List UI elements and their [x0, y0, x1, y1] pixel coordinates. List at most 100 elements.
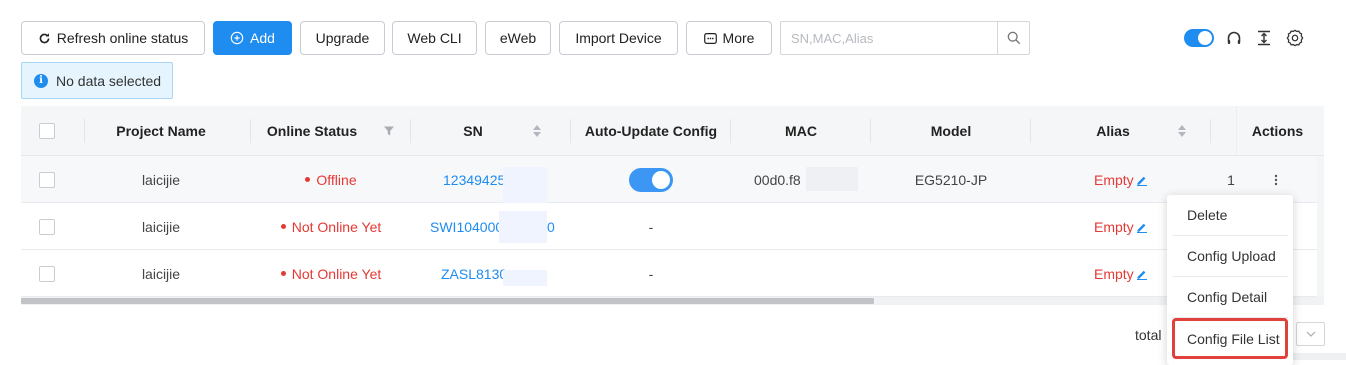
header-project-name: Project Name — [116, 123, 206, 139]
status-dot — [305, 177, 311, 182]
cell-project-name: laicijie — [141, 218, 181, 235]
select-all-checkbox[interactable] — [39, 123, 55, 139]
selection-alert-text: No data selected — [56, 72, 162, 89]
cell-auto-update: - — [648, 218, 654, 235]
menu-item-config-upload[interactable]: Config Upload — [1172, 236, 1288, 276]
sn-link[interactable]: ZASL8130 — [441, 266, 507, 282]
cell-online-status: Not Online Yet — [251, 250, 411, 297]
cell-online-status-text: Not Online Yet — [291, 265, 382, 282]
status-dot — [280, 271, 286, 276]
filter-icon[interactable] — [383, 125, 395, 137]
refresh-icon — [38, 32, 51, 45]
search-button[interactable] — [997, 22, 1029, 54]
eweb-button-label: eWeb — [499, 30, 537, 46]
status-dot — [280, 224, 286, 229]
auto-update-toggle[interactable] — [629, 167, 673, 192]
page-size-select[interactable] — [1296, 322, 1325, 346]
redaction-mask — [503, 167, 547, 203]
menu-item-config-detail[interactable]: Config Detail — [1172, 277, 1288, 317]
sort-icon[interactable] — [532, 125, 541, 137]
pager-bar — [1290, 353, 1346, 360]
menu-item-delete[interactable]: Delete — [1172, 195, 1288, 235]
sort-icon[interactable] — [1177, 125, 1186, 137]
alias-value: Empty — [1094, 218, 1134, 235]
redaction-mask — [499, 211, 547, 243]
cell-model — [871, 203, 1031, 250]
cell-mac: 00d0.f8 — [731, 156, 871, 203]
eweb-button[interactable]: eWeb — [485, 21, 551, 55]
web-cli-button[interactable]: Web CLI — [392, 21, 477, 55]
upgrade-button[interactable]: Upgrade — [300, 21, 385, 55]
gear-icon[interactable] — [1285, 28, 1305, 48]
plus-circle-icon — [230, 31, 244, 45]
import-device-button[interactable]: Import Device — [559, 21, 678, 55]
view-toggle-switch[interactable] — [1184, 29, 1214, 47]
table-row: laicijie Not Online Yet SWI104000 0 - Em… — [21, 203, 1324, 250]
header-actions: Actions — [1236, 106, 1318, 156]
column-divider — [84, 119, 85, 143]
info-icon: i — [34, 73, 48, 88]
cell-sn: 12349425 — [411, 156, 571, 203]
device-table: Project Name Online Status SN Auto-Updat… — [21, 106, 1324, 302]
alias-value: Empty — [1094, 171, 1134, 188]
header-online-status-label: Online Status — [266, 123, 358, 139]
cell-online-status-text: Offline — [316, 171, 357, 188]
add-button-label: Add — [250, 30, 275, 46]
search-input[interactable] — [781, 22, 997, 54]
header-online-status[interactable]: Online Status — [251, 106, 411, 156]
cell-mac — [731, 203, 871, 250]
row-select-cell — [37, 250, 57, 297]
edit-icon[interactable] — [1136, 268, 1148, 280]
refresh-button-label: Refresh online status — [56, 30, 189, 46]
table-row: laicijie Not Online Yet ZASL8130 - Empty — [21, 250, 1324, 297]
search-box — [780, 21, 1030, 55]
select-all-cell — [37, 106, 57, 156]
cell-online-status: Not Online Yet — [251, 203, 411, 250]
row-actions-menu: Delete Config Upload Config Detail Confi… — [1167, 195, 1293, 365]
cell-mac — [731, 250, 871, 297]
sn-link[interactable]: SWI104000 — [430, 219, 503, 235]
edit-icon[interactable] — [1136, 174, 1148, 186]
chevron-down-icon — [1306, 331, 1316, 337]
row-checkbox[interactable] — [39, 265, 55, 282]
cell-sn: SWI104000 0 — [411, 203, 571, 250]
cell-online-status-text: Not Online Yet — [291, 218, 382, 235]
cell-sn: ZASL8130 — [411, 250, 571, 297]
sn-link-tail: 0 — [547, 218, 555, 235]
vertical-scroll-gutter[interactable] — [1317, 156, 1324, 297]
more-button[interactable]: More — [686, 21, 772, 55]
row-checkbox[interactable] — [39, 218, 55, 235]
table-header: Project Name Online Status SN Auto-Updat… — [21, 106, 1324, 156]
redaction-mask — [503, 270, 547, 286]
refresh-online-status-button[interactable]: Refresh online status — [21, 21, 205, 55]
sn-link[interactable]: 12349425 — [443, 172, 505, 188]
kebab-icon — [1274, 174, 1278, 186]
more-dots-icon — [703, 32, 717, 44]
header-alias[interactable]: Alias — [1031, 106, 1231, 156]
header-model: Model — [930, 123, 972, 139]
row-checkbox[interactable] — [39, 171, 55, 188]
upgrade-button-label: Upgrade — [315, 30, 370, 46]
import-device-button-label: Import Device — [575, 30, 662, 46]
search-icon — [1007, 31, 1021, 45]
cell-model — [871, 250, 1031, 297]
row-select-cell — [37, 156, 57, 203]
more-button-label: More — [722, 30, 755, 46]
header-sn[interactable]: SN — [411, 106, 571, 156]
headset-icon[interactable] — [1224, 28, 1244, 48]
alias-value: Empty — [1094, 265, 1134, 282]
horizontal-scrollbar-thumb[interactable] — [21, 298, 874, 304]
column-divider — [1210, 119, 1211, 143]
vertical-align-icon[interactable] — [1254, 28, 1274, 48]
edit-icon[interactable] — [1136, 221, 1148, 233]
add-button[interactable]: Add — [213, 21, 292, 55]
table-row: laicijie Offline 12349425 00d0.f8 EG5210… — [21, 156, 1324, 203]
cell-model: EG5210-JP — [914, 171, 988, 188]
cell-project-name: laicijie — [141, 171, 181, 188]
cell-auto-update — [571, 156, 731, 203]
cell-project-name: laicijie — [141, 265, 181, 282]
cell-auto-update: - — [648, 265, 654, 282]
menu-item-config-file-list[interactable]: Config File List — [1172, 318, 1288, 359]
cell-online-status: Offline — [251, 156, 411, 203]
row-select-cell — [37, 203, 57, 250]
